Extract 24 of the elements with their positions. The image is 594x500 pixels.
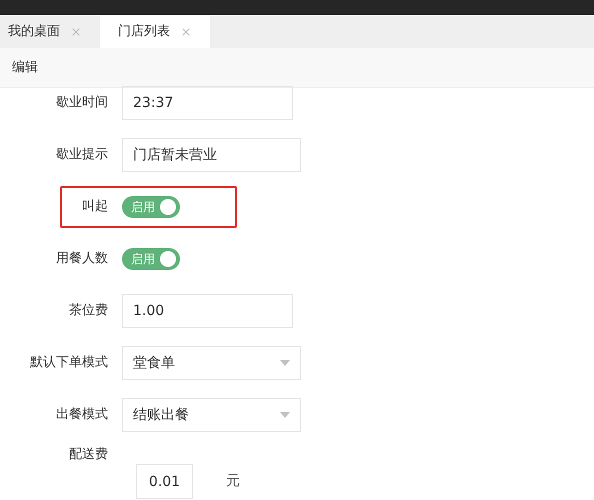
toolbar-title: 编辑 bbox=[12, 58, 38, 77]
field-label: 歇业时间 bbox=[55, 94, 109, 112]
close-icon[interactable] bbox=[70, 26, 82, 38]
select-dropdown[interactable]: 结账出餐 bbox=[122, 398, 301, 432]
close-icon[interactable] bbox=[180, 26, 192, 38]
toggle-knob bbox=[160, 251, 176, 267]
text-input-field[interactable]: 门店暂未营业 bbox=[122, 138, 301, 172]
select-dropdown[interactable]: 堂食单 bbox=[122, 346, 301, 380]
field-label: 叫起 bbox=[81, 198, 109, 216]
field-label: 歇业提示 bbox=[55, 146, 109, 164]
field-label: 出餐模式 bbox=[55, 406, 109, 424]
tab[interactable]: 门店列表 bbox=[100, 15, 210, 48]
field-label: 配送费 bbox=[68, 446, 109, 464]
dropdown-caret-icon bbox=[280, 360, 290, 366]
fee-input-field[interactable]: 0.01 bbox=[136, 464, 193, 499]
text-input-field[interactable]: 23:37 bbox=[122, 86, 293, 120]
field-label: 茶位费 bbox=[68, 302, 109, 320]
unit-label: 元 bbox=[226, 472, 240, 491]
text-input-field[interactable]: 1.00 bbox=[122, 294, 293, 328]
field-label: 用餐人数 bbox=[55, 250, 109, 268]
field-label: 默认下单模式 bbox=[29, 354, 109, 372]
dropdown-caret-icon bbox=[280, 412, 290, 418]
toggle-knob bbox=[160, 199, 176, 215]
tab[interactable]: 我的桌面 bbox=[0, 15, 100, 48]
